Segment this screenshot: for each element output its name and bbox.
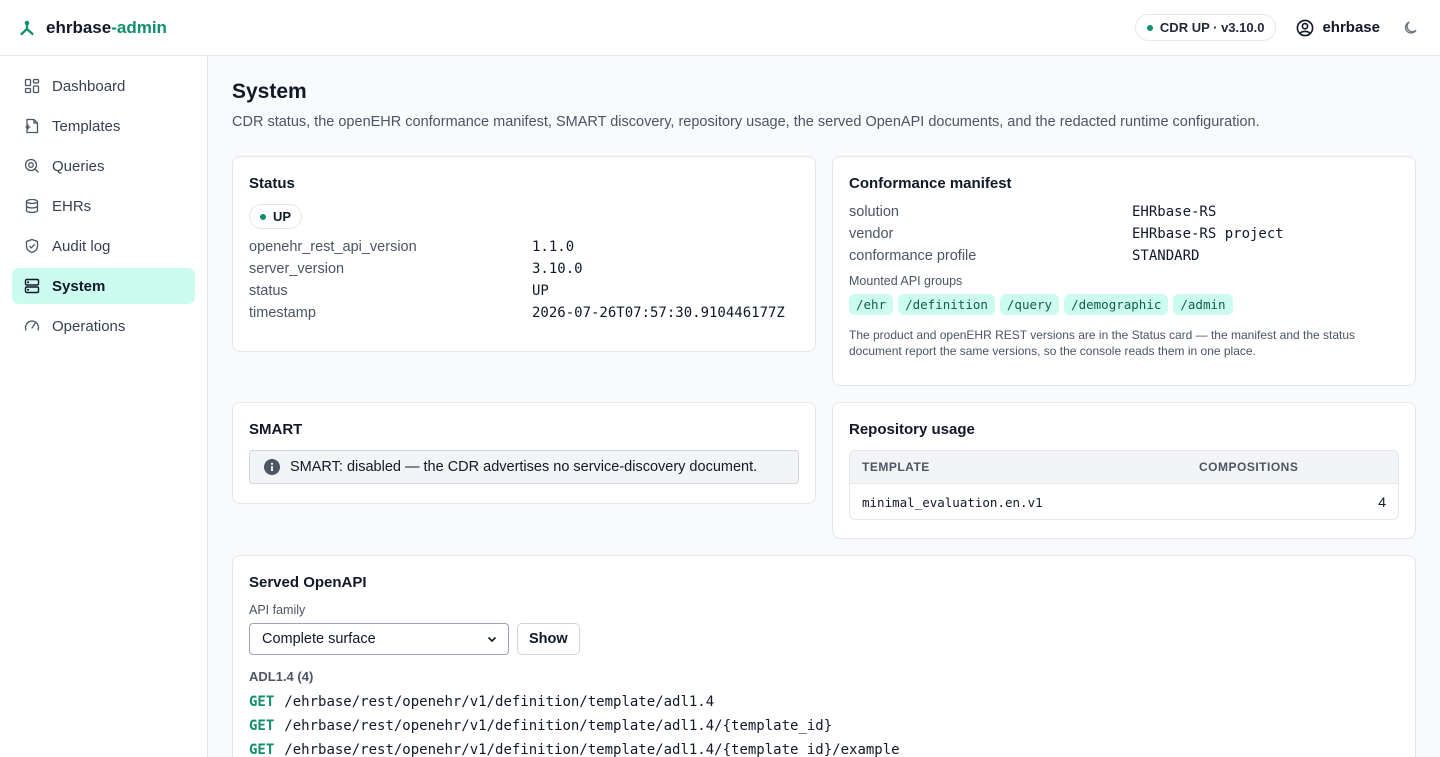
- brand-name: ehrbase-admin: [46, 17, 167, 37]
- sidebar-item-label: EHRs: [52, 197, 92, 215]
- page-subtitle: CDR status, the openEHR conformance mani…: [232, 114, 1260, 130]
- conformance-card: Conformance manifest solution EHRbase-RS…: [832, 156, 1416, 386]
- status-key: openehr_rest_api_version: [249, 239, 417, 255]
- sidebar-item-operations[interactable]: Operations: [12, 308, 195, 344]
- conformance-key: vendor: [849, 226, 894, 242]
- status-value: 2026-07-26T07:57:30.910446177Z: [532, 305, 785, 321]
- status-key: status: [249, 283, 288, 299]
- api-group-chip: /ehr: [849, 294, 894, 315]
- status-key: timestamp: [249, 305, 316, 321]
- api-group-chip: /admin: [1173, 294, 1233, 315]
- cdr-status-badge: CDR UP · v3.10.0: [1134, 14, 1277, 41]
- api-group-chip: /definition: [898, 294, 995, 315]
- sidebar-item-label: System: [52, 277, 106, 295]
- sidebar-item-label: Dashboard: [52, 77, 126, 95]
- compositions-count-cell: 4: [1378, 494, 1386, 510]
- status-value: UP: [532, 283, 549, 299]
- conformance-value: STANDARD: [1132, 248, 1200, 264]
- endpoint-row[interactable]: GET /ehrbase/rest/openehr/v1/definition/…: [249, 690, 1399, 714]
- api-family-select[interactable]: Complete surface: [249, 623, 509, 655]
- status-dot-icon: [260, 213, 266, 220]
- sidebar-item-ehrs[interactable]: EHRs: [12, 188, 195, 224]
- info-icon: [264, 459, 280, 475]
- dashboard-icon: [24, 78, 40, 94]
- sidebar-item-label: Queries: [52, 157, 105, 175]
- gauge-icon: [24, 318, 40, 334]
- sidebar-item-dashboard[interactable]: Dashboard: [12, 68, 195, 104]
- api-family-label: API family: [249, 603, 306, 617]
- sidebar-item-audit-log[interactable]: Audit log: [12, 228, 195, 264]
- api-family-selected: Complete surface: [262, 631, 376, 647]
- conformance-key: conformance profile: [849, 248, 977, 264]
- http-method: GET: [249, 718, 275, 734]
- sidebar-item-templates[interactable]: Templates: [12, 108, 195, 144]
- conformance-card-title: Conformance manifest: [849, 175, 1012, 192]
- user-menu[interactable]: ehrbase: [1296, 19, 1380, 37]
- http-method: GET: [249, 742, 275, 757]
- api-groups-label: Mounted API groups: [849, 274, 963, 288]
- cdr-status-text: CDR UP · v3.10.0: [1159, 20, 1265, 35]
- conformance-key: solution: [849, 204, 899, 220]
- smart-info-callout: SMART: disabled — the CDR advertises no …: [249, 450, 799, 484]
- show-button[interactable]: Show: [517, 623, 580, 655]
- endpoint-path: /ehrbase/rest/openehr/v1/definition/temp…: [284, 742, 900, 757]
- status-value: 3.10.0: [532, 261, 583, 277]
- repository-table: TEMPLATE COMPOSITIONS minimal_evaluation…: [849, 450, 1399, 520]
- table-header: TEMPLATE COMPOSITIONS: [850, 451, 1398, 484]
- conformance-value: EHRbase-RS project: [1132, 226, 1284, 242]
- smart-message: SMART: disabled — the CDR advertises no …: [290, 459, 758, 475]
- column-header-compositions[interactable]: COMPOSITIONS: [1199, 460, 1386, 474]
- server-icon: [24, 278, 40, 294]
- endpoint-group-title: ADL1.4 (4): [249, 669, 314, 684]
- sidebar-item-label: Operations: [52, 317, 126, 335]
- status-dot-icon: [1146, 24, 1153, 31]
- api-groups: /ehr /definition /query /demographic /ad…: [849, 294, 1399, 315]
- endpoint-row[interactable]: GET /ehrbase/rest/openehr/v1/definition/…: [249, 738, 1399, 757]
- conformance-details: solution EHRbase-RS vendor EHRbase-RS pr…: [849, 204, 1399, 264]
- repository-card-title: Repository usage: [849, 421, 975, 438]
- table-row[interactable]: minimal_evaluation.en.v1 4: [850, 484, 1398, 519]
- status-badge-text: UP: [273, 209, 292, 224]
- shield-icon: [24, 238, 40, 254]
- sidebar-item-queries[interactable]: Queries: [12, 148, 195, 184]
- smart-card-title: SMART: [249, 421, 303, 438]
- conformance-note: The product and openEHR REST versions ar…: [849, 328, 1356, 358]
- api-group-chip: /query: [999, 294, 1060, 315]
- top-bar: ehrbase-admin CDR UP · v3.10.0 ehrbase: [0, 0, 1440, 56]
- smart-card: SMART SMART: disabled — the CDR advertis…: [232, 402, 816, 504]
- status-card: Status UP openehr_rest_api_version 1.1.0…: [232, 156, 816, 352]
- template-id-cell: minimal_evaluation.en.v1: [862, 494, 1043, 510]
- theme-toggle-moon-icon[interactable]: [1400, 17, 1422, 39]
- chevron-down-icon: [486, 633, 498, 645]
- status-card-title: Status: [249, 175, 295, 192]
- sidebar-item-label: Audit log: [52, 237, 111, 255]
- endpoint-path: /ehrbase/rest/openehr/v1/definition/temp…: [284, 694, 715, 710]
- status-details: openehr_rest_api_version 1.1.0 server_ve…: [249, 239, 799, 321]
- database-icon: [24, 198, 40, 214]
- served-openapi-card: Served OpenAPI API family Complete surfa…: [232, 555, 1416, 757]
- sidebar-item-system[interactable]: System: [12, 268, 195, 304]
- sidebar-item-label: Templates: [52, 117, 121, 135]
- api-group-chip: /demographic: [1064, 294, 1169, 315]
- status-key: server_version: [249, 261, 345, 277]
- endpoint-row[interactable]: GET /ehrbase/rest/openehr/v1/definition/…: [249, 714, 1399, 738]
- user-icon: [1296, 19, 1314, 37]
- app-logo-icon: [18, 19, 36, 37]
- main-content: System CDR status, the openEHR conforman…: [208, 56, 1440, 757]
- conformance-value: EHRbase-RS: [1132, 204, 1217, 220]
- username: ehrbase: [1322, 19, 1380, 36]
- query-icon: [24, 158, 40, 174]
- brand[interactable]: ehrbase-admin: [18, 18, 167, 38]
- status-badge: UP: [249, 204, 303, 229]
- status-value: 1.1.0: [532, 239, 575, 255]
- openapi-card-title: Served OpenAPI: [249, 574, 367, 591]
- column-header-template[interactable]: TEMPLATE: [862, 460, 1199, 474]
- endpoint-path: /ehrbase/rest/openehr/v1/definition/temp…: [284, 718, 833, 734]
- repository-usage-card: Repository usage TEMPLATE COMPOSITIONS m…: [832, 402, 1416, 539]
- page-title: System: [232, 80, 307, 103]
- http-method: GET: [249, 694, 275, 710]
- template-icon: [24, 118, 40, 134]
- sidebar: Dashboard Templates Queries EHRs Audit l…: [0, 56, 208, 757]
